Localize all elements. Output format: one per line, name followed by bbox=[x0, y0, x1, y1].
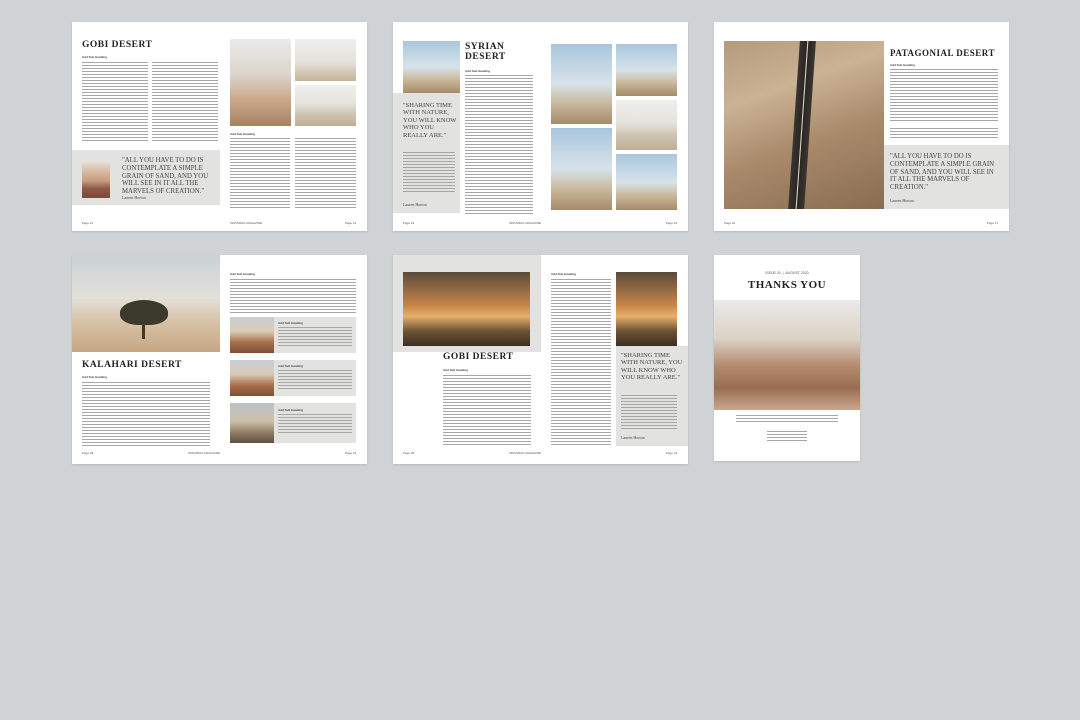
page-number-left: Page 12 bbox=[82, 221, 94, 225]
body-text bbox=[736, 415, 838, 423]
body-text bbox=[465, 75, 533, 215]
quote-author: Lauren Horton bbox=[403, 202, 427, 207]
pull-quote: "SHARING TIME WITH NATURE, YOU WILL KNOW… bbox=[621, 352, 683, 382]
desert-photo bbox=[551, 44, 612, 124]
spread-title: KALAHARI DESERT bbox=[82, 360, 182, 370]
spread-title: PATAGONIAL DESERT bbox=[890, 48, 995, 58]
page-number-right: Page 19 bbox=[345, 451, 357, 455]
quote-author: Lauren Horton bbox=[122, 195, 146, 200]
body-text bbox=[621, 395, 677, 429]
body-text bbox=[230, 279, 356, 313]
spread-title-line1: SYRIAN bbox=[465, 42, 505, 52]
desert-photo bbox=[551, 128, 612, 210]
pull-quote: "ALL YOU HAVE TO DO IS CONTEMPLATE A SIM… bbox=[122, 157, 209, 196]
item-text bbox=[278, 370, 352, 390]
spread-title: GOBI DESERT bbox=[443, 352, 514, 362]
item-heading: Add Sub Heading bbox=[278, 408, 303, 412]
spread-syrian-desert[interactable]: SYRIAN DESERT "SHARING TIME WITH NATURE,… bbox=[393, 22, 688, 231]
page-number-right: Page 13 bbox=[345, 221, 357, 225]
page-number-right: Page 15 bbox=[666, 221, 678, 225]
page: { "spread1": { "title": "GOBI DESERT", "… bbox=[0, 0, 1080, 720]
desert-photo bbox=[230, 39, 291, 126]
page-number-left: Page 14 bbox=[403, 221, 415, 225]
body-text bbox=[443, 375, 531, 445]
body-text bbox=[890, 128, 998, 140]
desert-photo bbox=[403, 41, 460, 93]
desert-photo bbox=[295, 85, 356, 126]
back-cover-title: THANKS YOU bbox=[747, 279, 827, 291]
desert-photo bbox=[230, 317, 274, 353]
quote-author: Lauren Horton bbox=[890, 198, 914, 203]
body-text bbox=[82, 433, 210, 446]
issue-line: ISSUE 20 | AUGUST 2020 bbox=[765, 271, 809, 275]
sub-heading: Add Sub Heading bbox=[465, 69, 490, 73]
desert-sunset-photo bbox=[403, 272, 530, 346]
body-text bbox=[890, 69, 998, 123]
desert-photo bbox=[616, 100, 677, 150]
spread-patagonial-desert[interactable]: PATAGONIAL DESERT Add Sub Heading "ALL Y… bbox=[714, 22, 1009, 231]
body-text bbox=[82, 382, 210, 434]
sub-heading: Add Sub Heading bbox=[230, 272, 255, 276]
body-text bbox=[82, 62, 148, 142]
page-number-left: Page 16 bbox=[724, 221, 736, 225]
item-text bbox=[278, 327, 352, 347]
desert-photo bbox=[230, 360, 274, 396]
body-text bbox=[403, 152, 455, 194]
page-number-right: Page 17 bbox=[987, 221, 999, 225]
item-heading: Add Sub Heading bbox=[278, 364, 303, 368]
desert-photo bbox=[616, 154, 677, 210]
desert-valley-photo bbox=[714, 300, 860, 410]
spread-kalahari-desert[interactable]: KALAHARI DESERT Add Sub Heading Add Sub … bbox=[72, 255, 367, 464]
quote-author: Lauren Horton bbox=[621, 435, 645, 440]
item-text bbox=[278, 414, 352, 434]
desert-photo bbox=[295, 39, 356, 81]
item-heading: Add Sub Heading bbox=[278, 321, 303, 325]
sub-heading: Add Sub Heading bbox=[551, 272, 576, 276]
page-number-left: Page 18 bbox=[82, 451, 94, 455]
pull-quote: "ALL YOU HAVE TO DO IS CONTEMPLATE A SIM… bbox=[890, 153, 995, 192]
pull-quote: "SHARING TIME WITH NATURE, YOU WILL KNOW… bbox=[403, 102, 457, 139]
body-text bbox=[230, 138, 290, 210]
desert-photo bbox=[616, 44, 677, 96]
body-text bbox=[551, 279, 611, 445]
sub-heading: Add Sub Heading bbox=[82, 375, 107, 379]
magazine-name: INSTAMAG MAGAZINE bbox=[188, 451, 220, 455]
sub-heading: Add Sub Heading bbox=[443, 368, 468, 372]
sub-heading: Add Sub Heading bbox=[230, 132, 255, 136]
magazine-name: INSTAMAG MAGAZINE bbox=[509, 451, 541, 455]
magazine-name: INSTAMAG MAGAZINE bbox=[230, 221, 262, 225]
sub-heading: Add Sub Heading bbox=[890, 63, 915, 67]
author-photo bbox=[82, 160, 110, 198]
body-text bbox=[295, 138, 356, 210]
magazine-name: INSTAMAG MAGAZINE bbox=[509, 221, 541, 225]
desert-photo bbox=[230, 403, 274, 443]
page-number-right: Page 21 bbox=[666, 451, 678, 455]
tree-trunk bbox=[142, 321, 145, 339]
body-text bbox=[152, 62, 218, 142]
spread-gobi-desert-2[interactable]: GOBI DESERT Add Sub Heading Add Sub Head… bbox=[393, 255, 688, 464]
spread-title-line2: DESERT bbox=[465, 52, 506, 62]
spread-gobi-desert[interactable]: GOBI DESERT Add Sub Heading "ALL YOU HAV… bbox=[72, 22, 367, 231]
desert-sunset-photo bbox=[616, 272, 677, 346]
sub-heading: Add Sub Heading bbox=[82, 55, 107, 59]
contact-info bbox=[767, 431, 807, 441]
spread-title: GOBI DESERT bbox=[82, 40, 153, 50]
page-number-left: Page 20 bbox=[403, 451, 415, 455]
back-cover[interactable]: ISSUE 20 | AUGUST 2020 THANKS YOU bbox=[714, 255, 860, 461]
